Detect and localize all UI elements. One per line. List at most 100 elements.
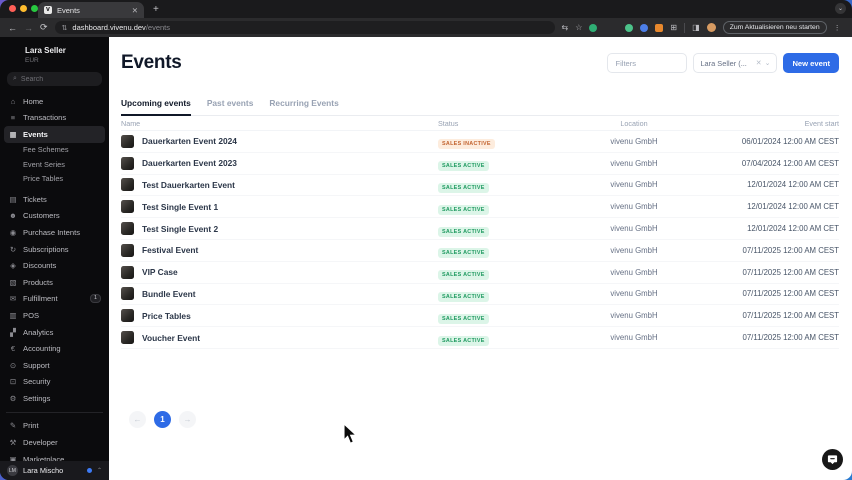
close-window-button[interactable] [9, 5, 16, 12]
sidebar-item[interactable]: ✎ Print [4, 418, 105, 435]
sidebar-search[interactable]: ⌕ [7, 72, 102, 86]
sidebar-item[interactable]: € Accounting [4, 340, 105, 357]
event-start: 07/04/2024 12:00 AM CEST [741, 158, 839, 168]
zoom-window-button[interactable] [31, 5, 38, 12]
table-header: Name Status Location Event start [121, 116, 839, 131]
table-row[interactable]: Dauerkarten Event 2023 SALES ACTIVE vive… [121, 153, 839, 175]
table-row[interactable]: Bundle Event SALES ACTIVE vivenu GmbH 07… [121, 284, 839, 306]
sidebar-item[interactable]: Price Tables [4, 172, 105, 186]
sidebar-item[interactable]: ⊡ Security [4, 373, 105, 390]
sidebar-item[interactable]: ▧ Products [4, 274, 105, 291]
new-tab-button[interactable]: + [153, 4, 159, 15]
sidebar-item[interactable]: ✉ Fulfillment 1 [4, 291, 105, 308]
minimize-window-button[interactable] [20, 5, 27, 12]
status-badge: SALES ACTIVE [438, 226, 489, 237]
filters-input[interactable] [607, 53, 688, 73]
user-avatar: LM [7, 465, 18, 476]
sidebar-item[interactable]: Event Series [4, 157, 105, 171]
page-1-button[interactable]: 1 [154, 410, 171, 428]
table-row[interactable]: Festival Event SALES ACTIVE vivenu GmbH … [121, 240, 839, 262]
status-badge: SALES ACTIVE [438, 270, 489, 281]
table-row[interactable]: Dauerkarten Event 2024 SALES INACTIVE vi… [121, 131, 839, 153]
forward-button[interactable]: → [24, 23, 33, 33]
sidebar-item-label: Support [23, 360, 50, 370]
sidebar-item[interactable]: ◈ Discounts [4, 257, 105, 274]
event-thumbnail [121, 265, 134, 279]
search-input[interactable] [20, 75, 91, 83]
tab-overflow-chevron-icon[interactable]: ⌄ [835, 3, 846, 14]
address-bar[interactable]: ⇅ dashboard.vivenu.dev/events [54, 21, 555, 34]
sidebar-item[interactable]: ⊙ Support [4, 357, 105, 374]
sidebar-item[interactable]: ▥ POS [4, 307, 105, 324]
sidebar-item[interactable]: ⚙ Settings [4, 390, 105, 407]
tab-item[interactable]: Past events [207, 98, 254, 115]
event-start: 07/11/2025 12:00 AM CEST [742, 333, 839, 343]
sidebar-item-label: Fee Schemes [23, 145, 69, 155]
event-name: Test Dauerkarten Event [142, 179, 235, 190]
column-status: Status [438, 118, 459, 128]
event-location: vivenu GmbH [610, 202, 658, 212]
sidebar-item-icon: ✎ [9, 421, 17, 431]
sidebar-item-icon: ▧ [9, 277, 17, 287]
url-text: dashboard.vivenu.dev/events [72, 23, 170, 32]
table-row[interactable]: Price Tables SALES ACTIVE vivenu GmbH 07… [121, 305, 839, 328]
extensions-puzzle-icon[interactable]: ⊞ [670, 23, 677, 32]
prev-page-button[interactable]: ← [129, 410, 146, 428]
user-menu[interactable]: LM Lara Mischo ⌃ [0, 461, 109, 480]
seller-select[interactable]: Lara Seller (... ✕ ⌄ [693, 53, 778, 73]
sidebar-item[interactable]: ↻ Subscriptions [4, 241, 105, 258]
table-row[interactable]: Test Single Event 2 SALES ACTIVE vivenu … [121, 218, 839, 240]
extension-icon[interactable] [655, 23, 664, 32]
event-location: vivenu GmbH [610, 267, 658, 277]
restart-to-update-button[interactable]: Zum Aktualisieren neu starten [722, 21, 827, 34]
table-row[interactable]: Test Single Event 1 SALES ACTIVE vivenu … [121, 196, 839, 219]
sidebar-item[interactable]: ▦ Events [4, 126, 105, 143]
translate-icon[interactable]: ⇆ [562, 23, 569, 32]
event-thumbnail [121, 178, 134, 192]
chat-widget-button[interactable] [822, 449, 843, 470]
sidebar-item[interactable]: Fee Schemes [4, 143, 105, 157]
tab-item[interactable]: Recurring Events [269, 98, 338, 115]
bookmark-star-icon[interactable]: ☆ [575, 23, 582, 32]
event-start: 07/11/2025 12:00 AM CEST [742, 267, 839, 277]
sidebar-item[interactable]: ≡ Transactions [4, 110, 105, 127]
sidebar-item-icon: ⌂ [10, 96, 16, 106]
sidebar-item[interactable]: ⚒ Developer [4, 434, 105, 451]
chrome-menu-icon[interactable]: ⋮ [834, 24, 841, 32]
next-page-button[interactable]: → [179, 410, 196, 428]
table-row[interactable]: VIP Case SALES ACTIVE vivenu GmbH 07/11/… [121, 262, 839, 284]
chat-bubble-icon [827, 455, 838, 465]
online-status-dot [86, 468, 92, 473]
browser-tab-events[interactable]: v Events ✕ [38, 2, 144, 18]
sidebar-item[interactable]: ◉ Purchase Intents [4, 224, 105, 241]
event-start: 12/01/2024 12:00 AM CET [747, 224, 839, 234]
profile-avatar[interactable] [706, 23, 716, 32]
site-settings-icon[interactable]: ⇅ [62, 24, 68, 32]
table-row[interactable]: Test Dauerkarten Event SALES ACTIVE vive… [121, 175, 839, 197]
back-button[interactable]: ← [8, 23, 17, 33]
column-event-start: Event start [804, 118, 839, 128]
extension-icon[interactable] [640, 23, 649, 32]
status-badge: SALES ACTIVE [438, 161, 489, 172]
extension-icon[interactable] [625, 23, 634, 32]
extension-icon[interactable] [589, 23, 598, 32]
sidebar-item-label: Customers [23, 211, 60, 221]
sidebar-item[interactable]: ☻ Customers [4, 208, 105, 225]
sidebar-item-icon: ▦ [9, 129, 17, 139]
tab-item[interactable]: Upcoming events [121, 98, 191, 116]
reload-button[interactable]: ⟳ [40, 22, 48, 33]
new-event-button[interactable]: New event [783, 53, 839, 73]
table-row[interactable]: Voucher Event SALES ACTIVE vivenu GmbH 0… [121, 327, 839, 349]
sidebar-item-icon: ↻ [9, 244, 17, 254]
sidebar-item[interactable]: ⌂ Home [4, 93, 105, 110]
sidebar-item[interactable]: ▞ Analytics [4, 324, 105, 341]
sidebar-item[interactable]: ▤ Tickets [4, 191, 105, 208]
sidebar-item-icon: ☻ [9, 211, 17, 221]
event-start: 12/01/2024 12:00 AM CET [747, 180, 839, 190]
clear-icon[interactable]: ✕ [756, 59, 762, 67]
event-location: vivenu GmbH [610, 136, 658, 146]
org-switcher[interactable]: Lara Seller EUR [0, 37, 109, 68]
tab-close-icon[interactable]: ✕ [132, 6, 138, 15]
pagination: ← 1 → [121, 410, 839, 428]
side-panel-icon[interactable]: ◨ [692, 23, 700, 32]
